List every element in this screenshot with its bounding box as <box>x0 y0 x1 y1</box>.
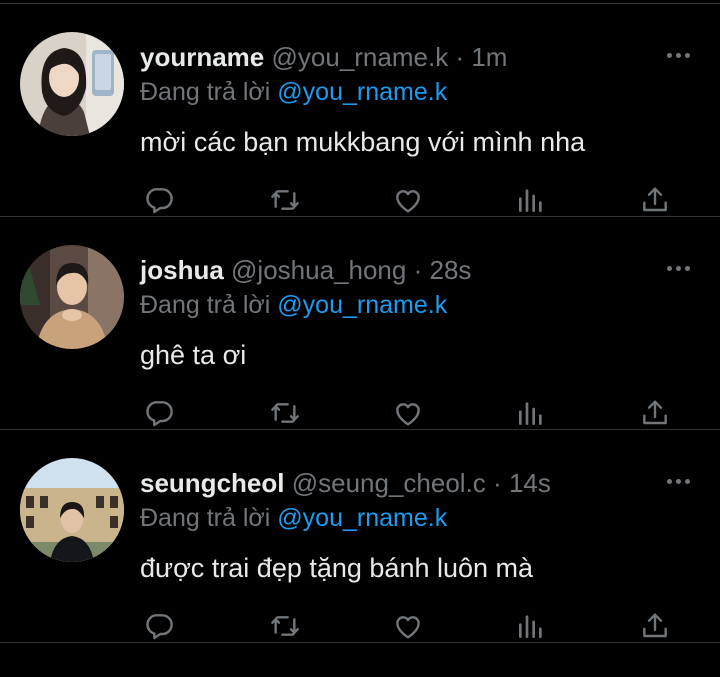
tweet-text: được trai đẹp tặng bánh luôn mà <box>140 553 534 583</box>
separator: · <box>455 42 465 72</box>
more-icon-dot <box>684 265 690 271</box>
views-icon <box>519 402 542 425</box>
share-icon <box>643 187 667 212</box>
retweet-button[interactable] <box>265 606 305 646</box>
replying-to-mention[interactable]: @you_rname.k <box>277 291 447 319</box>
share-icon <box>643 613 667 638</box>
more-button[interactable] <box>658 40 698 70</box>
reply-thread: yourname @you_rname.k · 1m Đang trả lời … <box>0 4 720 643</box>
more-icon-dot <box>675 265 681 271</box>
timestamp[interactable]: 1m <box>471 42 507 72</box>
tweet[interactable]: joshua @joshua_hong · 28s Đang trả lời @… <box>0 217 720 430</box>
tweet[interactable]: yourname @you_rname.k · 1m Đang trả lời … <box>0 4 720 217</box>
replying-to-mention[interactable]: @you_rname.k <box>277 78 447 106</box>
avatar[interactable] <box>20 32 124 136</box>
replying-to: Đang trả lời @you_rname.k <box>140 500 447 536</box>
avatar-image-seungcheol <box>20 458 124 562</box>
reply-icon <box>146 401 173 427</box>
timestamp[interactable]: 14s <box>509 468 551 498</box>
reply-button[interactable] <box>139 393 179 433</box>
retweet-icon <box>271 190 299 210</box>
replying-to: Đang trả lời @you_rname.k <box>140 74 447 110</box>
heart-icon <box>396 403 420 426</box>
timestamp[interactable]: 28s <box>429 255 471 285</box>
views-button[interactable] <box>511 393 551 433</box>
replying-to: Đang trả lời @you_rname.k <box>140 287 447 323</box>
author-name[interactable]: yourname <box>140 42 264 72</box>
more-icon <box>666 478 672 484</box>
tweet-actions <box>135 180 680 220</box>
reply-icon <box>146 614 173 640</box>
tweet-text: mời các bạn mukkbang với mình nha <box>140 127 586 157</box>
tweet[interactable]: seungcheol @seung_cheol.c · 14s Đang trả… <box>0 430 720 643</box>
tweet-header: seungcheol @seung_cheol.c · 14s <box>140 464 660 502</box>
tweet-header: joshua @joshua_hong · 28s <box>140 251 660 289</box>
views-button[interactable] <box>511 606 551 646</box>
tweet-header: yourname @you_rname.k · 1m <box>140 38 660 76</box>
retweet-button[interactable] <box>265 393 305 433</box>
views-icon <box>519 615 542 638</box>
share-button[interactable] <box>635 180 675 220</box>
more-icon-dot <box>675 478 681 484</box>
views-icon <box>519 189 542 212</box>
retweet-button[interactable] <box>265 180 305 220</box>
replying-to-label: Đang trả lời <box>140 78 271 106</box>
replying-to-mention[interactable]: @you_rname.k <box>277 504 447 532</box>
avatar[interactable] <box>20 458 124 562</box>
reply-button[interactable] <box>139 606 179 646</box>
more-button[interactable] <box>658 253 698 283</box>
reply-button[interactable] <box>139 180 179 220</box>
like-button[interactable] <box>388 606 428 646</box>
more-icon-dot <box>684 52 690 58</box>
heart-icon <box>396 190 420 213</box>
share-button[interactable] <box>635 606 675 646</box>
share-button[interactable] <box>635 393 675 433</box>
author-handle[interactable]: @joshua_hong <box>231 255 406 285</box>
retweet-icon <box>271 403 299 423</box>
author-handle[interactable]: @you_rname.k <box>272 42 449 72</box>
author-name[interactable]: joshua <box>140 255 224 285</box>
replying-to-label: Đang trả lời <box>140 291 271 319</box>
author-name[interactable]: seungcheol <box>140 468 284 498</box>
retweet-icon <box>271 616 299 636</box>
more-icon <box>666 52 672 58</box>
more-button[interactable] <box>658 466 698 496</box>
avatar-image-joshua <box>20 245 124 349</box>
more-icon-dot <box>675 52 681 58</box>
avatar[interactable] <box>20 245 124 349</box>
heart-icon <box>396 616 420 639</box>
tweet-text: ghê ta ơi <box>140 340 247 370</box>
like-button[interactable] <box>388 180 428 220</box>
separator: · <box>493 468 502 498</box>
like-button[interactable] <box>388 393 428 433</box>
author-handle[interactable]: @seung_cheol.c <box>292 468 486 498</box>
separator: · <box>413 255 423 285</box>
share-icon <box>643 400 667 425</box>
views-button[interactable] <box>511 180 551 220</box>
avatar-image-yourname <box>20 32 124 136</box>
reply-icon <box>146 188 173 214</box>
replying-to-label: Đang trả lời <box>140 504 271 532</box>
more-icon-dot <box>684 478 690 484</box>
tweet-actions <box>135 606 680 646</box>
more-icon <box>666 265 672 271</box>
tweet-actions <box>135 393 680 433</box>
